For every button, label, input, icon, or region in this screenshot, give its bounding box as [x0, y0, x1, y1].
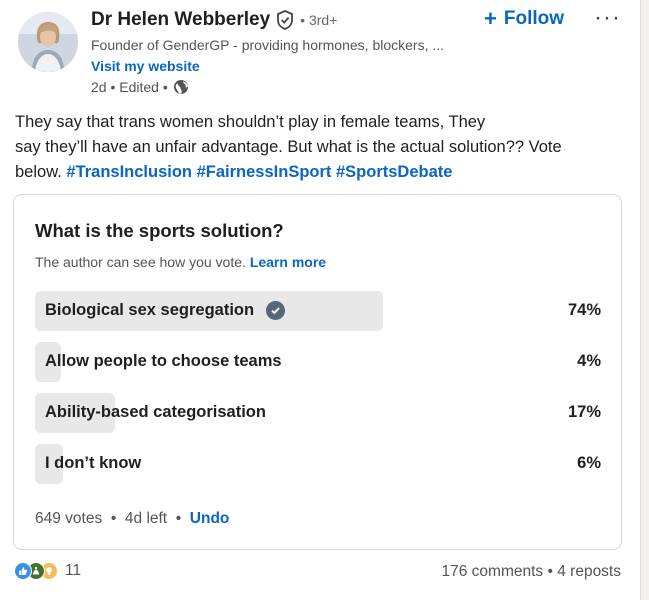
- hashtag-trans-inclusion[interactable]: #TransInclusion: [66, 163, 192, 181]
- follow-button[interactable]: + Follow: [484, 8, 564, 30]
- poll-option-label-wrap: Ability-based categorisation: [45, 403, 266, 422]
- poll-time-left: 4d left: [124, 510, 168, 527]
- post-line-3-text: below.: [15, 163, 62, 181]
- comments-count[interactable]: 176 comments: [442, 563, 544, 580]
- poll-footer: 649 votes • 4d left • Undo: [35, 510, 230, 527]
- check-circle-icon: [266, 301, 286, 320]
- poll-option-percent: 17%: [567, 403, 601, 421]
- social-counts: 176 comments • 4 reposts: [441, 563, 621, 580]
- reaction-count: 11: [65, 562, 82, 579]
- poll-privacy-note: The author can see how you vote. Learn m…: [35, 254, 326, 270]
- follow-label: Follow: [503, 8, 565, 29]
- avatar[interactable]: [18, 12, 78, 72]
- hashtag-fairness-in-sport[interactable]: #FairnessInSport: [197, 163, 332, 181]
- connection-degree: • 3rd+: [300, 12, 338, 28]
- post-line-3: below. #TransInclusion #FairnessInSport …: [15, 160, 615, 185]
- avatar-photo: [18, 12, 78, 72]
- post-meta: 2d • Edited •: [91, 79, 189, 95]
- page-gutter: [640, 0, 649, 600]
- learn-more-link[interactable]: Learn more: [250, 254, 326, 270]
- poll-option-percent: 74%: [567, 301, 601, 319]
- poll-option-percent: 6%: [577, 454, 601, 472]
- reactions-summary[interactable]: 11: [14, 562, 81, 580]
- reposts-count[interactable]: 4 reposts: [557, 563, 621, 580]
- poll-option-label: I don’t know: [45, 454, 142, 472]
- poll-votes: 649 votes: [35, 510, 103, 527]
- poll-option-percent: 4%: [577, 352, 601, 370]
- poll-option-label: Allow people to choose teams: [45, 352, 282, 370]
- poll-option-label-wrap: Biological sex segregation: [45, 301, 286, 320]
- poll-option-label: Ability-based categorisation: [45, 403, 266, 421]
- verified-icon: [276, 10, 294, 30]
- poll-option[interactable]: Ability-based categorisation 17%: [35, 393, 601, 433]
- more-options-icon[interactable]: ···: [594, 4, 621, 32]
- author-row: Dr Helen Webberley • 3rd+: [91, 9, 337, 31]
- plus-icon: +: [484, 6, 497, 31]
- poll-option-label-wrap: Allow people to choose teams: [45, 352, 282, 371]
- poll-option-label: Biological sex segregation: [45, 301, 255, 319]
- poll-option[interactable]: Biological sex segregation 74%: [35, 291, 601, 331]
- post-time: 2d: [91, 79, 107, 95]
- poll-option-label-wrap: I don’t know: [45, 454, 141, 473]
- website-link[interactable]: Visit my website: [91, 58, 200, 74]
- post-line-2: say they’ll have an unfair advantage. Bu…: [15, 138, 562, 156]
- post-text: They say that trans women shouldn’t play…: [15, 110, 615, 185]
- post-line-1: They say that trans women shouldn’t play…: [15, 113, 486, 131]
- poll-option[interactable]: I don’t know 6%: [35, 444, 601, 484]
- globe-icon: [173, 79, 189, 95]
- undo-vote-button[interactable]: Undo: [190, 510, 230, 527]
- degree-text: 3rd+: [308, 12, 338, 28]
- poll-card: What is the sports solution? The author …: [13, 194, 622, 550]
- poll-note-text: The author can see how you vote.: [35, 254, 246, 270]
- author-headline: Founder of GenderGP - providing hormones…: [91, 37, 445, 53]
- like-icon: [14, 562, 32, 580]
- poll-option[interactable]: Allow people to choose teams 4%: [35, 342, 601, 382]
- poll-question: What is the sports solution?: [35, 220, 284, 241]
- author-name[interactable]: Dr Helen Webberley: [91, 9, 270, 31]
- edited-label: Edited: [119, 79, 159, 95]
- hashtag-sports-debate[interactable]: #SportsDebate: [336, 163, 452, 181]
